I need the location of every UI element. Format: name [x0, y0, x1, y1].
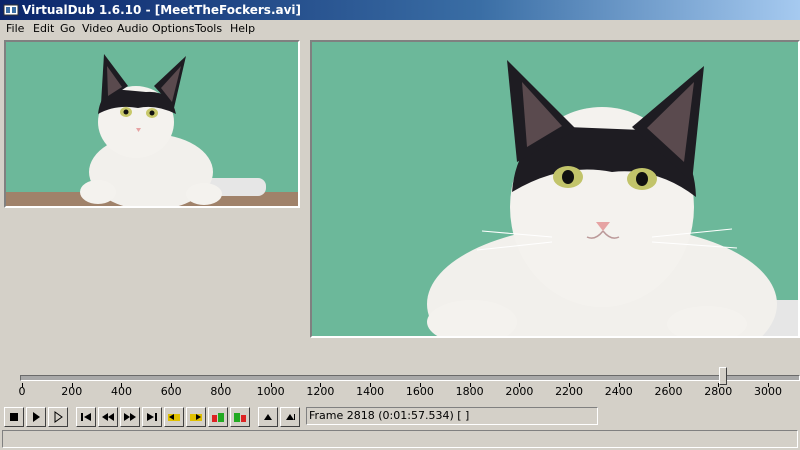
- timeline-tick-label: 2200: [555, 385, 584, 398]
- timeline-tick-label: 800: [210, 385, 232, 398]
- window-title: VirtualDub 1.6.10 - [MeetTheFockers.avi]: [22, 3, 302, 17]
- menu-audio[interactable]: Audio: [117, 22, 148, 36]
- output-frame-image: [312, 42, 798, 336]
- status-bar: [2, 430, 798, 448]
- timeline-position-thumb[interactable]: [718, 367, 727, 385]
- menu-video[interactable]: Video: [82, 22, 113, 36]
- menu-go[interactable]: Go: [60, 22, 75, 36]
- title-bar: VirtualDub 1.6.10 - [MeetTheFockers.avi]: [0, 0, 800, 20]
- output-video-pane[interactable]: [310, 40, 800, 338]
- timeline-tick-label: 1600: [405, 385, 434, 398]
- prev-frame-button[interactable]: [98, 407, 118, 427]
- next-frame-icon: [124, 413, 136, 421]
- play-output-button[interactable]: [48, 407, 68, 427]
- go-start-button[interactable]: [76, 407, 96, 427]
- mark-out-button[interactable]: [280, 407, 300, 427]
- play-input-icon: [33, 412, 40, 422]
- timeline-tick-label: 1800: [455, 385, 484, 398]
- timeline-tick-label: 3000: [754, 385, 782, 398]
- app-icon[interactable]: [3, 2, 19, 18]
- timeline-tick-label: 400: [110, 385, 132, 398]
- mark-out-icon: [286, 414, 295, 420]
- timeline-tick-label: 2000: [505, 385, 534, 398]
- go-end-button[interactable]: [142, 407, 162, 427]
- prev-scene-icon: [212, 413, 224, 422]
- timeline-tick-label: 2400: [604, 385, 633, 398]
- prev-keyframe-button[interactable]: [164, 407, 184, 427]
- next-keyframe-button[interactable]: [186, 407, 206, 427]
- play-output-icon: [54, 411, 63, 423]
- menu-tools[interactable]: Tools: [195, 22, 222, 36]
- go-start-icon: [81, 413, 91, 421]
- timeline-tick-label: 0: [18, 385, 26, 398]
- mark-in-button[interactable]: [258, 407, 278, 427]
- timeline-tick-label: 600: [160, 385, 182, 398]
- prev-scene-button[interactable]: [208, 407, 228, 427]
- timeline-tick-label: 1200: [306, 385, 335, 398]
- next-scene-button[interactable]: [230, 407, 250, 427]
- go-end-icon: [147, 413, 157, 421]
- input-video-pane[interactable]: [4, 40, 300, 208]
- timeline-tick-label: 2800: [704, 385, 733, 398]
- menu-edit[interactable]: Edit: [33, 22, 54, 36]
- timeline-tick-label: 1000: [256, 385, 285, 398]
- timeline-tick-label: 1400: [356, 385, 385, 398]
- timeline-tick-label: 200: [61, 385, 83, 398]
- menu-help[interactable]: Help: [230, 22, 255, 36]
- stop-button[interactable]: [4, 407, 24, 427]
- menu-file[interactable]: File: [6, 22, 24, 36]
- mark-in-icon: [264, 414, 272, 420]
- timeline-track[interactable]: [20, 375, 800, 381]
- menu-bar: File Edit Go Video Audio Options Tools H…: [0, 20, 800, 38]
- play-input-button[interactable]: [26, 407, 46, 427]
- timeline[interactable]: 0 200 400 600 800 1000 1200 1400 1600 1800 2000 220…: [0, 365, 800, 405]
- next-keyframe-icon: [190, 414, 202, 421]
- menu-options[interactable]: Options: [152, 22, 194, 36]
- stop-icon: [10, 413, 18, 421]
- next-frame-button[interactable]: [120, 407, 140, 427]
- frame-position-readout: Frame 2818 (0:01:57.534) [ ]: [306, 407, 598, 425]
- prev-frame-icon: [102, 413, 114, 421]
- input-frame-image: [6, 42, 298, 206]
- timeline-tick-label: 2600: [654, 385, 683, 398]
- next-scene-icon: [234, 413, 246, 422]
- prev-keyframe-icon: [168, 414, 180, 421]
